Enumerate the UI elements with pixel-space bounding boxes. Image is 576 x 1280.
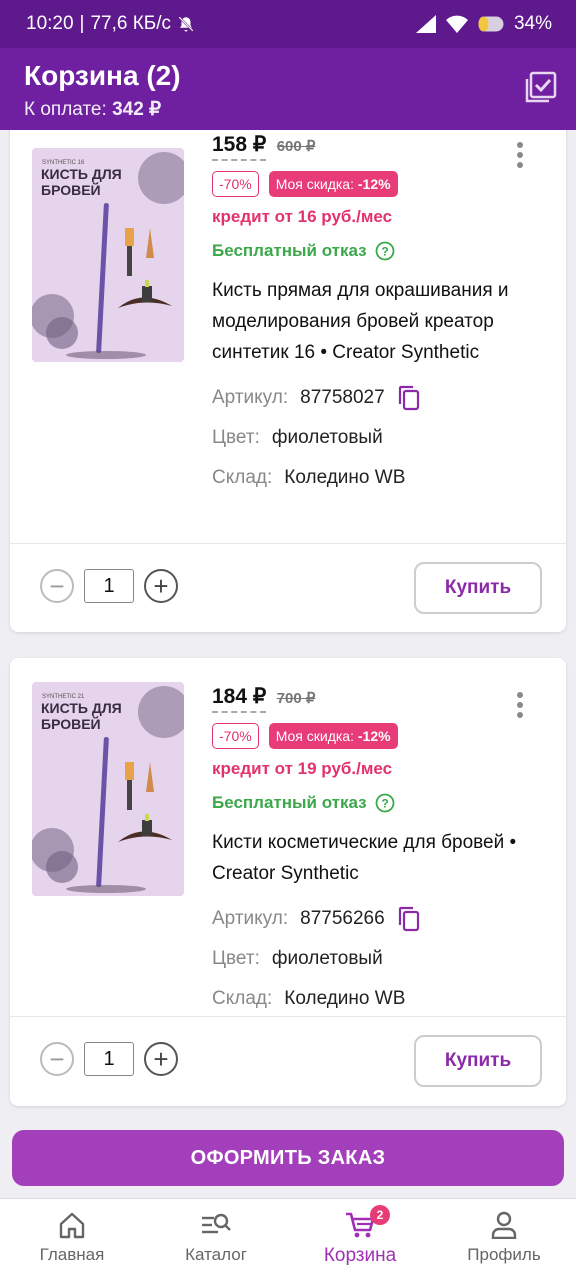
cart-count-badge: 2	[370, 1205, 390, 1225]
page-title: Корзина (2)	[24, 60, 181, 91]
discount-badge: -70%	[212, 171, 259, 197]
warehouse-value: Коледино WB	[284, 467, 406, 488]
payment-total: К оплате: 342 ₽	[24, 98, 161, 121]
product-image[interactable]: SYNTHETIC 21 КИСТЬ ДЛЯ БРОВЕЙ	[32, 682, 184, 896]
more-options-icon[interactable]	[510, 140, 530, 170]
quantity-stepper: − 1 +	[40, 1042, 178, 1076]
quantity-value[interactable]: 1	[84, 569, 134, 603]
item-old-price: 700 ₽	[276, 690, 316, 707]
cart-item: SYNTHETIC 21 КИСТЬ ДЛЯ БРОВЕЙ 184 ₽ 700 …	[10, 658, 566, 1106]
payment-label: К оплате:	[24, 99, 107, 120]
cart-item: SYNTHETIC 16 КИСТЬ ДЛЯ БРОВЕЙ 158 ₽ 600 …	[10, 130, 566, 632]
svg-text:?: ?	[381, 797, 388, 811]
payment-value: 342 ₽	[112, 99, 162, 120]
thumb-title-2: БРОВЕЙ	[41, 181, 101, 198]
help-icon[interactable]: ?	[375, 793, 395, 813]
app-header: 10:20 | 77,6 КБ/с 34% Корзина (2) К опла…	[0, 0, 576, 130]
nav-cart[interactable]: 2 Корзина	[288, 1199, 432, 1280]
increase-button[interactable]: +	[144, 1042, 178, 1076]
color-row: Цвет: фиолетовый	[212, 948, 383, 969]
copy-icon[interactable]	[397, 906, 421, 932]
status-speed: 77,6 КБ/с	[90, 13, 172, 34]
decrease-button[interactable]: −	[40, 569, 74, 603]
more-options-icon[interactable]	[510, 690, 530, 720]
buy-button[interactable]: Купить	[414, 562, 542, 614]
item-old-price: 600 ₽	[276, 138, 316, 155]
catalog-search-icon	[202, 1213, 231, 1234]
thumb-title-1: КИСТЬ ДЛЯ	[41, 166, 122, 182]
my-discount-badge: Моя скидка: -12%	[268, 723, 398, 749]
color-value: фиолетовый	[271, 427, 383, 448]
home-icon	[59, 1212, 85, 1239]
status-time: 10:20	[26, 13, 74, 34]
warehouse-row: Склад: Коледино WB	[212, 467, 406, 488]
thumb-title-2: БРОВЕЙ	[41, 715, 101, 732]
item-price: 184 ₽	[212, 684, 267, 713]
svg-text:?: ?	[381, 245, 388, 259]
product-title[interactable]: Кисти косметические для бровей • Creator…	[212, 827, 548, 889]
credit-offer[interactable]: кредит от 16 руб./мес	[212, 207, 548, 227]
quantity-stepper: − 1 +	[40, 569, 178, 603]
credit-offer[interactable]: кредит от 19 руб./мес	[212, 759, 548, 779]
bottom-nav: Главная Каталог 2 Корзина Профиль	[0, 1198, 576, 1280]
mute-icon	[178, 16, 194, 32]
buy-button[interactable]: Купить	[414, 1035, 542, 1087]
product-image-art: SYNTHETIC 16 КИСТЬ ДЛЯ БРОВЕЙ	[32, 148, 184, 362]
decrease-button[interactable]: −	[40, 1042, 74, 1076]
my-discount-badge: Моя скидка: -12%	[268, 171, 398, 197]
nav-catalog[interactable]: Каталог	[144, 1199, 288, 1280]
nav-profile[interactable]: Профиль	[432, 1199, 576, 1280]
help-icon[interactable]: ?	[375, 241, 395, 261]
battery-icon	[478, 16, 504, 32]
nav-home[interactable]: Главная	[0, 1199, 144, 1280]
profile-icon	[491, 1211, 517, 1239]
thumb-title-1: КИСТЬ ДЛЯ	[41, 700, 122, 716]
article-row: Артикул: 87758027	[212, 380, 548, 416]
quantity-value[interactable]: 1	[84, 1042, 134, 1076]
color-row: Цвет: фиолетовый	[212, 427, 383, 448]
increase-button[interactable]: +	[144, 569, 178, 603]
cart-list[interactable]: SYNTHETIC 16 КИСТЬ ДЛЯ БРОВЕЙ 158 ₽ 600 …	[0, 130, 576, 1120]
checkout-button[interactable]: ОФОРМИТЬ ЗАКАЗ	[12, 1130, 564, 1186]
item-price: 158 ₽	[212, 132, 267, 161]
free-refund: Бесплатный отказ ?	[212, 241, 548, 261]
article-number: 87756266	[300, 908, 385, 929]
article-number: 87758027	[300, 387, 385, 408]
copy-icon[interactable]	[397, 385, 421, 411]
signal-icon	[415, 15, 436, 33]
free-refund: Бесплатный отказ ?	[212, 793, 548, 813]
warehouse-value: Коледино WB	[284, 988, 406, 1009]
wifi-icon	[445, 15, 468, 33]
product-image[interactable]: SYNTHETIC 16 КИСТЬ ДЛЯ БРОВЕЙ	[32, 148, 184, 362]
article-row: Артикул: 87756266	[212, 901, 548, 937]
product-title[interactable]: Кисть прямая для окрашивания и моделиров…	[212, 275, 548, 368]
select-all-icon[interactable]	[524, 70, 558, 104]
warehouse-row: Склад: Коледино WB	[212, 988, 406, 1009]
discount-badge: -70%	[212, 723, 259, 749]
status-bar: 10:20 | 77,6 КБ/с 34%	[0, 0, 576, 48]
battery-level: 34%	[513, 13, 552, 34]
color-value: фиолетовый	[271, 948, 383, 969]
product-image-art: SYNTHETIC 21 КИСТЬ ДЛЯ БРОВЕЙ	[32, 682, 184, 896]
